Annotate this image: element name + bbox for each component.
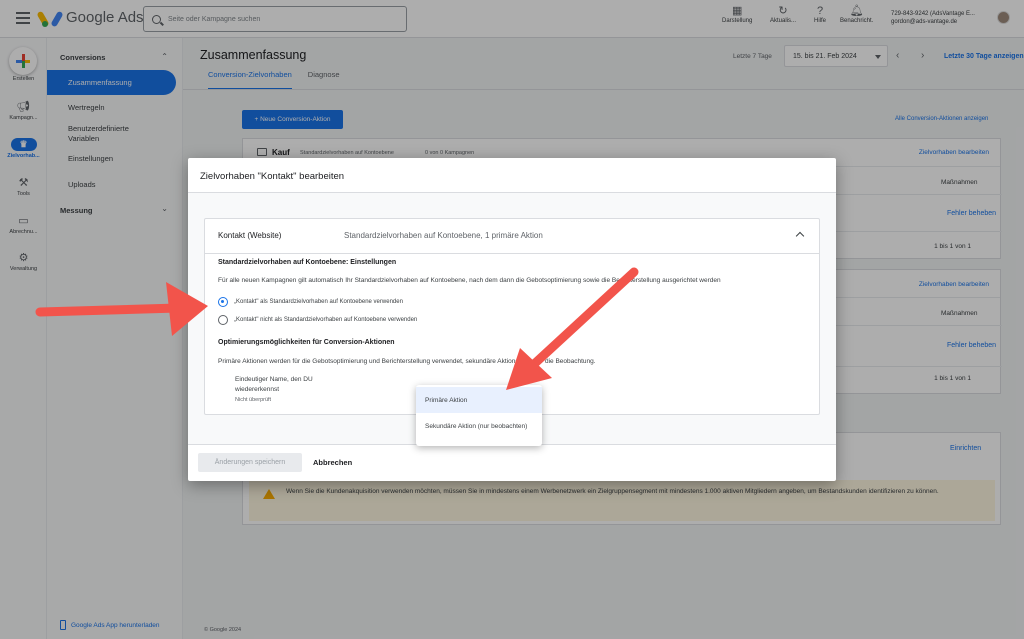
chevron-up-icon[interactable]: [795, 231, 805, 241]
save-changes-button[interactable]: Änderungen speichern: [198, 453, 302, 472]
section-text-default-goal: Für alle neuen Kampagnen gilt automatisc…: [218, 277, 721, 284]
conversion-action-name: Eindeutiger Name, den DU wiedererkennst: [235, 376, 313, 393]
action-type-dropdown: Primäre Aktion Sekundäre Aktion (nur beo…: [416, 385, 542, 446]
section-heading-default-goal: Standardzielvorhaben auf Kontoebene: Ein…: [218, 259, 397, 266]
radio-selected[interactable]: [218, 297, 228, 307]
radio-use-as-default[interactable]: „Kontakt" als Standardzielvorhaben auf K…: [218, 297, 403, 307]
conversion-status: Nicht überprüft: [235, 397, 272, 403]
dialog-title: Zielvorhaben "Kontakt" bearbeiten: [200, 171, 345, 182]
radio-not-default[interactable]: „Kontakt" nicht als Standardzielvorhaben…: [218, 315, 417, 325]
panel-goal-name: Kontakt (Website): [218, 231, 282, 240]
option-primary-action[interactable]: Primäre Aktion: [416, 387, 542, 413]
section-text-optimization: Primäre Aktionen werden für die Gebotsop…: [218, 358, 596, 365]
cancel-button[interactable]: Abbrechen: [313, 458, 352, 467]
panel-goal-description: Standardzielvorhaben auf Kontoebene, 1 p…: [344, 231, 543, 240]
panel-header[interactable]: Kontakt (Website) Standardzielvorhaben a…: [205, 219, 819, 254]
section-heading-optimization: Optimierungsmöglichkeiten für Conversion…: [218, 339, 395, 346]
radio-unselected[interactable]: [218, 315, 228, 325]
option-secondary-action[interactable]: Sekundäre Aktion (nur beobachten): [416, 413, 542, 439]
